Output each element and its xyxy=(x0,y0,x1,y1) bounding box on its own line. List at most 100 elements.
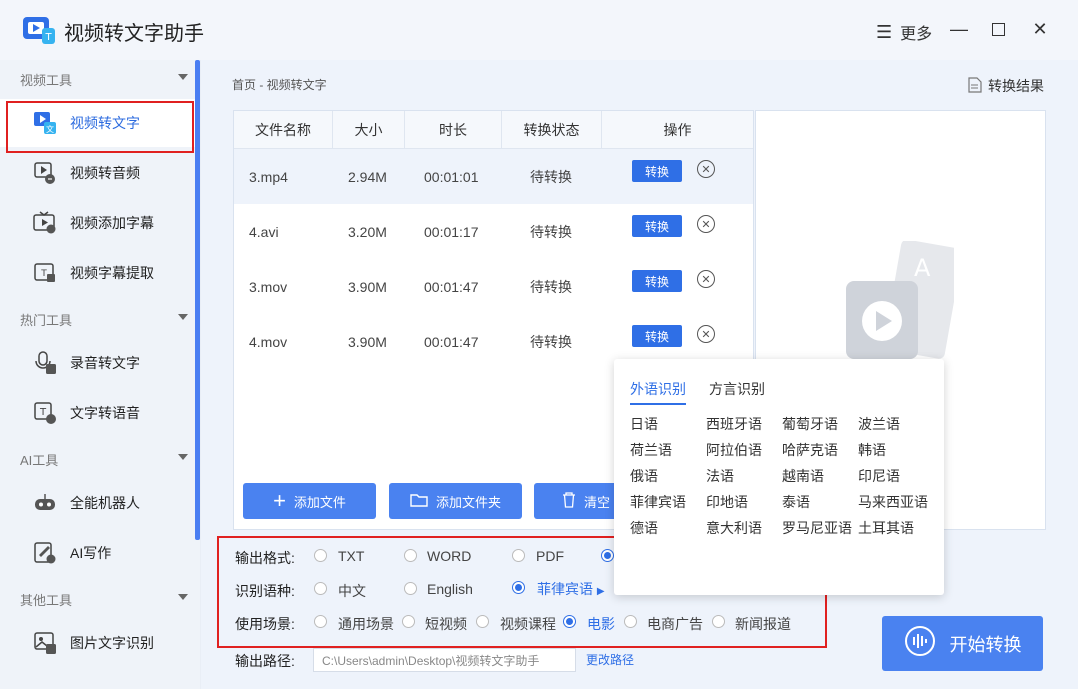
chevron-down-icon[interactable] xyxy=(178,594,188,600)
radio-ecommerce[interactable] xyxy=(624,615,637,628)
col-header-name: 文件名称 xyxy=(234,111,333,149)
option-short-video[interactable]: 短视频 xyxy=(425,614,467,634)
option-movie[interactable]: 电影 xyxy=(587,614,615,634)
sidebar-item-label: 视频字幕提取 xyxy=(70,265,154,281)
tab-foreign[interactable]: 外语识别 xyxy=(630,379,686,405)
lang-option[interactable]: 意大利语 xyxy=(706,518,762,538)
text-to-speech-icon: T xyxy=(32,400,58,426)
radio-movie[interactable] xyxy=(563,615,576,628)
lang-option[interactable]: 日语 xyxy=(630,414,658,434)
radio-general[interactable] xyxy=(314,615,327,628)
lang-option[interactable]: 马来西亚语 xyxy=(858,492,928,512)
option-news[interactable]: 新闻报道 xyxy=(735,614,791,634)
file-size: 3.90M xyxy=(348,333,387,350)
document-icon xyxy=(968,76,982,96)
sidebar-item-text-to-speech[interactable]: T 文字转语音 xyxy=(0,389,195,437)
extract-subtitle-icon: T xyxy=(32,260,58,286)
convert-button[interactable]: 转换 xyxy=(632,215,682,237)
lang-option[interactable]: 土耳其语 xyxy=(858,518,914,538)
lang-option[interactable]: 印地语 xyxy=(706,492,748,512)
sidebar-item-robot[interactable]: 全能机器人 xyxy=(0,479,195,527)
output-path-field[interactable]: C:\Users\admin\Desktop\视频转文字助手 xyxy=(313,648,576,672)
radio-word[interactable] xyxy=(404,549,417,562)
close-button[interactable]: ✕ xyxy=(1025,14,1055,44)
svg-text:T: T xyxy=(39,407,47,418)
sidebar-scrollbar[interactable] xyxy=(195,60,200,540)
radio-chinese[interactable] xyxy=(314,582,327,595)
mic-to-text-icon xyxy=(32,350,58,376)
sidebar-item-video-to-audio[interactable]: 视频转音频 xyxy=(0,149,195,197)
radio-english[interactable] xyxy=(404,582,417,595)
radio-txt[interactable] xyxy=(314,549,327,562)
remove-icon[interactable]: ✕ xyxy=(697,160,715,178)
lang-option[interactable]: 德语 xyxy=(630,518,658,538)
start-convert-button[interactable]: 开始转换 xyxy=(882,616,1043,671)
sidebar-item-add-subtitle[interactable]: 视频添加字幕 xyxy=(0,199,195,247)
option-course[interactable]: 视频课程 xyxy=(500,614,556,634)
preview-placeholder-icon: A xyxy=(844,239,963,364)
radio-pdf[interactable] xyxy=(512,549,525,562)
option-word[interactable]: WORD xyxy=(427,548,471,564)
file-size: 3.90M xyxy=(348,278,387,295)
lang-option[interactable]: 法语 xyxy=(706,466,734,486)
chevron-down-icon[interactable] xyxy=(178,74,188,80)
radio-course[interactable] xyxy=(476,615,489,628)
section-ai-tools: AI工具 xyxy=(20,453,59,468)
table-row[interactable]: 3.mov 3.90M 00:01:47 待转换 转换 ✕ xyxy=(234,259,753,314)
sidebar-item-ai-write[interactable]: AI写作 xyxy=(0,529,195,577)
svg-text:T: T xyxy=(44,32,52,43)
add-folder-button[interactable]: 添加文件夹 xyxy=(389,483,522,519)
table-row[interactable]: 4.avi 3.20M 00:01:17 待转换 转换 ✕ xyxy=(234,204,753,259)
option-txt[interactable]: TXT xyxy=(338,548,364,564)
section-video-tools: 视频工具 xyxy=(20,73,73,88)
sidebar-item-mic-to-text[interactable]: 录音转文字 xyxy=(0,339,195,387)
radio-format-hidden-selected[interactable] xyxy=(601,549,614,562)
radio-filipino[interactable] xyxy=(512,581,525,594)
lang-option[interactable]: 韩语 xyxy=(858,440,886,460)
option-ecommerce[interactable]: 电商广告 xyxy=(647,614,703,634)
lang-option[interactable]: 波兰语 xyxy=(858,414,900,434)
svg-text:A: A xyxy=(914,254,931,282)
option-filipino[interactable]: 菲律宾语 ▶ xyxy=(537,579,605,599)
radio-news[interactable] xyxy=(712,615,725,628)
remove-icon[interactable]: ✕ xyxy=(697,215,715,233)
remove-icon[interactable]: ✕ xyxy=(697,270,715,288)
remove-icon[interactable]: ✕ xyxy=(697,325,715,343)
convert-button[interactable]: 转换 xyxy=(632,270,682,292)
lang-option[interactable]: 荷兰语 xyxy=(630,440,672,460)
option-english[interactable]: English xyxy=(427,581,473,597)
lang-option[interactable]: 哈萨克语 xyxy=(782,440,838,460)
lang-option[interactable]: 越南语 xyxy=(782,466,824,486)
tab-dialect[interactable]: 方言识别 xyxy=(709,379,765,399)
radio-short-video[interactable] xyxy=(402,615,415,628)
sidebar-item-extract-subtitle[interactable]: T 视频字幕提取 xyxy=(0,249,195,297)
lang-option[interactable]: 阿拉伯语 xyxy=(706,440,762,460)
clear-label: 清空 xyxy=(584,494,611,510)
add-file-button[interactable]: + 添加文件 xyxy=(243,483,376,519)
option-chinese[interactable]: 中文 xyxy=(338,581,366,601)
change-path-link[interactable]: 更改路径 xyxy=(586,651,634,668)
lang-option[interactable]: 葡萄牙语 xyxy=(782,414,838,434)
robot-icon xyxy=(32,490,58,516)
more-menu[interactable]: ☰ 更多 xyxy=(876,20,932,44)
maximize-button[interactable] xyxy=(983,14,1013,44)
sidebar-item-image-ocr[interactable]: 图片文字识别 xyxy=(0,619,195,667)
option-pdf[interactable]: PDF xyxy=(536,548,564,564)
table-row[interactable]: 3.mp4 2.94M 00:01:01 待转换 转换 ✕ xyxy=(234,149,753,204)
lang-option[interactable]: 菲律宾语 xyxy=(630,492,686,512)
minimize-button[interactable]: — xyxy=(944,14,974,44)
lang-option[interactable]: 泰语 xyxy=(782,492,810,512)
option-general[interactable]: 通用场景 xyxy=(338,614,394,634)
lang-option[interactable]: 罗马尼亚语 xyxy=(782,518,852,538)
result-link[interactable]: 转换结果 xyxy=(968,76,1044,96)
lang-option[interactable]: 俄语 xyxy=(630,466,658,486)
chevron-down-icon[interactable] xyxy=(178,454,188,460)
convert-button[interactable]: 转换 xyxy=(632,160,682,182)
lang-option[interactable]: 印尼语 xyxy=(858,466,900,486)
format-label: 输出格式: xyxy=(235,550,295,566)
convert-button[interactable]: 转换 xyxy=(632,325,682,347)
section-hot-tools: 热门工具 xyxy=(20,313,73,328)
app-logo-icon: T xyxy=(22,14,56,46)
chevron-down-icon[interactable] xyxy=(178,314,188,320)
lang-option[interactable]: 西班牙语 xyxy=(706,414,762,434)
